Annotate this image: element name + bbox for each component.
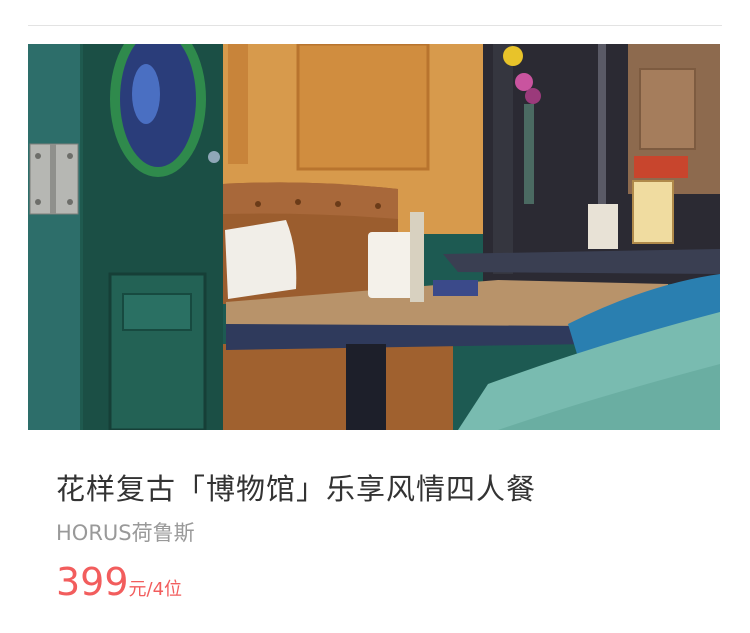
- price-amount: 399: [56, 560, 129, 604]
- deal-title[interactable]: 花样复古「博物馆」乐享风情四人餐: [56, 466, 536, 508]
- price-row: 399元/4位: [56, 560, 182, 604]
- price-unit: 元/4位: [128, 579, 183, 600]
- restaurant-interior-photo[interactable]: [28, 44, 720, 430]
- deal-card[interactable]: 花样复古「博物馆」乐享风情四人餐 HORUS荷鲁斯 399元/4位: [0, 0, 750, 633]
- shop-name: HORUS荷鲁斯: [56, 521, 195, 545]
- deal-page: 花样复古「博物馆」乐享风情四人餐 HORUS荷鲁斯 399元/4位: [0, 0, 750, 633]
